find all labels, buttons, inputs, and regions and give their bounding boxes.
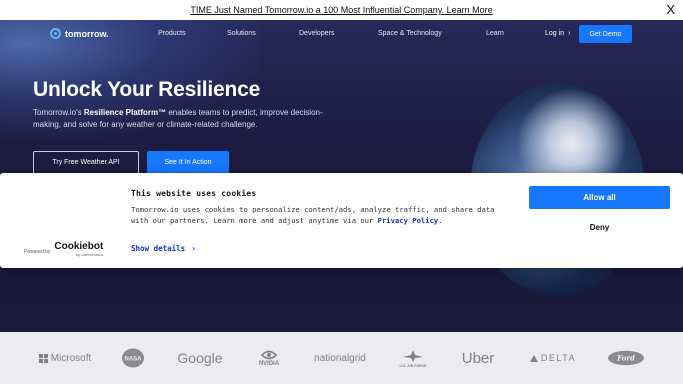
logo-text: tomorrow. (65, 28, 109, 39)
nvidia-logo: NVIDIA (252, 332, 286, 384)
hero-desc-prefix: Tomorrow.io's (33, 108, 84, 117)
nvidia-eye-icon (261, 350, 277, 359)
air-force-wings-icon (403, 349, 423, 362)
get-demo-button[interactable]: Get Demo (579, 25, 632, 43)
partner-logos-bar: Microsoft NASA Google NVIDIA nationalgri… (0, 332, 683, 384)
google-logo: Google (177, 350, 223, 366)
delta-logo: DELTA (527, 332, 579, 384)
see-it-in-action-button[interactable]: See It In Action (147, 151, 229, 174)
chevron-right-icon: › (568, 30, 571, 37)
delta-triangle-icon (529, 354, 538, 362)
nav-learn[interactable]: Learn (486, 30, 504, 37)
show-details-label: Show details (131, 244, 186, 253)
air-force-text: U.S. AIR FORCE (399, 363, 427, 368)
microsoft-windows-icon (38, 353, 48, 363)
cookiebot-brand-sub: by Usercentrics (75, 252, 104, 257)
ford-logo: Ford (606, 332, 646, 384)
hero-title: Unlock Your Resilience (33, 78, 261, 101)
powered-by-label: Powered by (24, 249, 51, 255)
privacy-policy-link[interactable]: Privacy Policy (378, 216, 439, 225)
tomorrow-logo[interactable]: tomorrow. (50, 28, 109, 39)
cookie-title: This website uses cookies (131, 189, 257, 198)
svg-text:Ford: Ford (616, 354, 635, 363)
uber-logo: Uber (461, 349, 495, 367)
nav-products[interactable]: Products (158, 30, 186, 37)
show-details-link[interactable]: Show details › (131, 244, 196, 253)
deny-button[interactable]: Deny (529, 216, 670, 239)
nationalgrid-logo: nationalgrid (314, 352, 366, 364)
allow-all-button[interactable]: Allow all (529, 186, 670, 209)
cookie-text: Tomorrow.io uses cookies to personalize … (131, 204, 511, 226)
try-free-api-button[interactable]: Try Free Weather API (33, 151, 139, 174)
cookie-banner: Powered by Cookiebot by Usercentrics Thi… (0, 173, 683, 268)
announcement-bar: TIME Just Named Tomorrow.io a 100 Most I… (0, 0, 683, 20)
tomorrow-logo-icon (50, 28, 61, 39)
chevron-right-icon: › (191, 244, 196, 253)
hero-desc-bold: Resilience Platform™ (83, 108, 167, 117)
nvidia-text: NVIDIA (258, 360, 280, 367)
us-air-force-logo: U.S. AIR FORCE (395, 332, 431, 384)
announcement-link[interactable]: TIME Just Named Tomorrow.io a 100 Most I… (190, 5, 492, 15)
nav-solutions[interactable]: Solutions (227, 30, 256, 37)
cookiebot-branding[interactable]: Powered by Cookiebot by Usercentrics (24, 241, 104, 258)
microsoft-logo: Microsoft (38, 332, 92, 384)
login-label: Log in (545, 30, 565, 37)
delta-text: DELTA (540, 353, 577, 363)
microsoft-text: Microsoft (50, 352, 92, 364)
cookie-period: . (438, 216, 443, 225)
login-link[interactable]: Log in › (545, 30, 570, 37)
nasa-logo: NASA (120, 332, 146, 384)
ford-oval-icon: Ford (608, 350, 644, 366)
nasa-meatball-icon: NASA (122, 348, 144, 368)
cookiebot-brand: Cookiebot (54, 241, 104, 252)
close-icon[interactable]: X (666, 3, 675, 16)
svg-text:NASA: NASA (124, 357, 142, 363)
hero-description: Tomorrow.io's Resilience Platform™ enabl… (33, 107, 333, 131)
nav-space-technology[interactable]: Space & Technology (378, 30, 442, 37)
cookiebot-logo: Cookiebot by Usercentrics (54, 241, 104, 258)
nav-developers[interactable]: Developers (299, 30, 334, 37)
